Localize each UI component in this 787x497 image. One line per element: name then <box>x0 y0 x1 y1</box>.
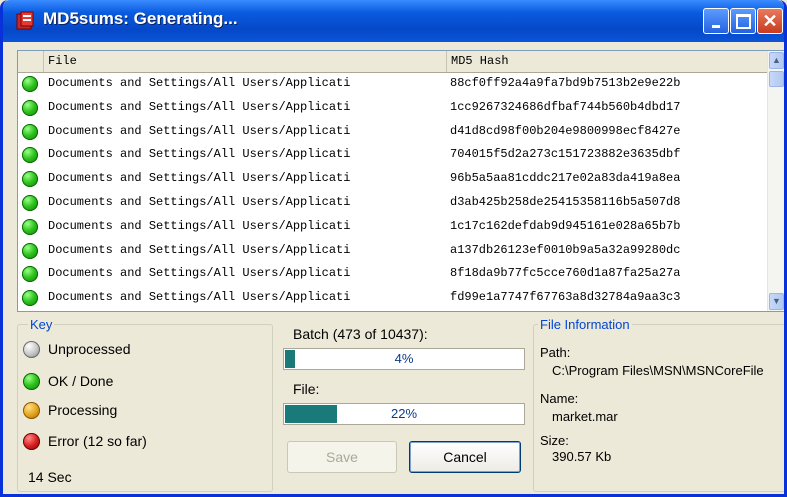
ok-status-icon <box>22 76 38 92</box>
file-cell: Documents and Settings/All Users/Applica… <box>48 290 351 305</box>
key-item-ok: OK / Done <box>23 373 114 390</box>
file-cell: Documents and Settings/All Users/Applica… <box>48 147 351 162</box>
save-button[interactable]: Save <box>287 441 397 473</box>
scroll-thumb[interactable] <box>769 71 784 87</box>
file-cell: Documents and Settings/All Users/Applica… <box>48 123 351 138</box>
file-cell: Documents and Settings/All Users/Applica… <box>48 266 351 281</box>
size-label: Size: <box>540 433 569 448</box>
table-row[interactable]: Documents and Settings/All Users/Applica… <box>18 144 768 168</box>
title-bar[interactable]: MD5sums: Generating... ✕ <box>3 0 784 42</box>
key-item-unprocessed: Unprocessed <box>23 341 131 358</box>
table-row[interactable]: Documents and Settings/All Users/Applica… <box>18 287 768 311</box>
key-title: Key <box>28 317 55 332</box>
table-row[interactable]: Documents and Settings/All Users/Applica… <box>18 192 768 216</box>
key-label: Unprocessed <box>48 341 131 357</box>
table-row[interactable]: Documents and Settings/All Users/Applica… <box>18 216 768 240</box>
hash-cell: 1c17c162defdab9d945161e028a65b7b <box>450 218 681 233</box>
unprocessed-icon <box>23 341 40 358</box>
key-item-error: Error (12 so far) <box>23 433 147 450</box>
vertical-scrollbar[interactable]: ▲ ▼ <box>767 51 784 311</box>
file-info-title: File Information <box>538 317 632 332</box>
ok-status-icon <box>22 123 38 140</box>
hash-cell: d3ab425b258de25415358116b5a507d8 <box>450 194 681 209</box>
table-row[interactable]: Documents and Settings/All Users/Applica… <box>18 168 768 192</box>
file-label: File: <box>293 381 320 397</box>
maximize-button[interactable] <box>730 8 756 34</box>
close-icon: ✕ <box>762 11 778 31</box>
hash-cell: 1cc9267324686dfbaf744b560b4dbd17 <box>450 99 681 114</box>
hash-cell: 88cf0ff92a4a9fa7bd9b7513b2e9e22b <box>450 76 681 90</box>
ok-status-icon <box>22 194 38 211</box>
name-label: Name: <box>540 391 579 406</box>
chevron-down-icon: ▼ <box>772 296 781 306</box>
path-label: Path: <box>540 345 571 360</box>
ok-status-icon <box>22 242 38 259</box>
file-cell: Documents and Settings/All Users/Applica… <box>48 218 351 233</box>
hash-cell: 8f18da9b77fc5cce760d1a87fa25a27a <box>450 266 681 281</box>
key-item-processing: Processing <box>23 402 118 419</box>
file-cell: Documents and Settings/All Users/Applica… <box>48 99 351 114</box>
cancel-button[interactable]: Cancel <box>409 441 521 473</box>
hash-cell: fd99e1a7747f67763a8d32784a9aa3c3 <box>450 290 681 305</box>
column-header-status[interactable] <box>18 51 44 72</box>
batch-label: Batch (473 of 10437): <box>293 326 428 342</box>
error-icon <box>23 433 40 450</box>
ok-status-icon <box>22 266 38 283</box>
minimize-icon <box>712 24 720 28</box>
ok-status-icon <box>22 218 38 235</box>
size-value: 390.57 Kb <box>552 449 612 464</box>
path-value: C:\Program Files\MSN\MSNCoreFile <box>552 363 764 378</box>
hash-cell: a137db26123ef0010b9a5a32a99280dc <box>450 242 681 257</box>
ok-status-icon <box>22 99 38 116</box>
table-row[interactable]: Documents and Settings/All Users/Applica… <box>18 263 768 287</box>
close-button[interactable]: ✕ <box>757 8 783 34</box>
app-icon <box>16 11 34 30</box>
file-info-group: File Information Path: C:\Program Files\… <box>533 317 784 492</box>
app-window: MD5sums: Generating... ✕ File MD5 Hash D… <box>0 0 787 497</box>
column-header-hash[interactable]: MD5 Hash <box>447 51 768 72</box>
chevron-up-icon: ▲ <box>772 55 781 65</box>
hash-cell: d41d8cd98f00b204e9800998ecf8427e <box>450 123 681 138</box>
window-title: MD5sums: Generating... <box>43 9 238 28</box>
scroll-up-button[interactable]: ▲ <box>769 52 784 69</box>
table-row[interactable]: Documents and Settings/All Users/Applica… <box>18 73 768 97</box>
batch-percent: 4% <box>394 351 414 366</box>
table-row[interactable]: Documents and Settings/All Users/Applica… <box>18 240 768 264</box>
key-label: OK / Done <box>48 373 114 389</box>
hash-cell: 704015f5d2a273c151723882e3635dbf <box>450 147 681 162</box>
batch-progress-bar: 4% <box>283 348 525 370</box>
file-progress-bar: 22% <box>283 403 525 425</box>
list-header: File MD5 Hash <box>18 51 768 73</box>
file-cell: Documents and Settings/All Users/Applica… <box>48 242 351 257</box>
minimize-button[interactable] <box>703 8 729 34</box>
file-cell: Documents and Settings/All Users/Applica… <box>48 171 351 186</box>
ok-status-icon <box>22 171 38 188</box>
table-row[interactable]: Documents and Settings/All Users/Applica… <box>18 121 768 145</box>
file-percent: 22% <box>390 406 418 421</box>
key-group: Key Unprocessed OK / Done Processing Err… <box>17 317 273 492</box>
maximize-icon <box>735 13 751 29</box>
ok-status-icon <box>22 290 38 307</box>
file-cell: Documents and Settings/All Users/Applica… <box>48 76 351 90</box>
table-row[interactable]: Documents and Settings/All Users/Applica… <box>18 97 768 121</box>
column-header-file[interactable]: File <box>44 51 447 72</box>
hash-cell: 96b5a5aa81cddc217e02a83da419a8ea <box>450 171 681 186</box>
key-label: Processing <box>48 402 118 418</box>
file-list[interactable]: File MD5 Hash Documents and Settings/All… <box>17 50 784 312</box>
ok-status-icon <box>22 147 38 164</box>
name-value: market.mar <box>552 409 618 424</box>
key-label: Error (12 so far) <box>48 433 147 449</box>
scroll-down-button[interactable]: ▼ <box>769 293 784 310</box>
file-cell: Documents and Settings/All Users/Applica… <box>48 194 351 209</box>
ok-icon <box>23 373 40 390</box>
list-rows: Documents and Settings/All Users/Applica… <box>18 73 768 311</box>
elapsed-time: 14 Sec <box>28 469 72 485</box>
processing-icon <box>23 402 40 419</box>
